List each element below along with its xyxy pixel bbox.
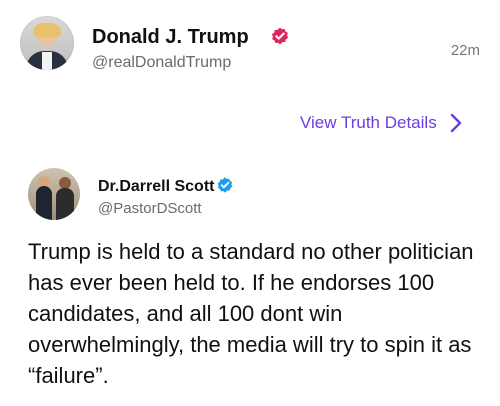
view-truth-details-label[interactable]: View Truth Details: [300, 113, 437, 133]
author-handle[interactable]: @realDonaldTrump: [92, 54, 231, 72]
view-truth-details-link[interactable]: View Truth Details: [300, 112, 463, 134]
verified-badge-icon: [271, 27, 289, 45]
quoted-post-text: Trump is held to a standard no other pol…: [28, 239, 474, 388]
post-timestamp: 22m: [450, 42, 480, 59]
verified-badge-icon: [217, 177, 233, 193]
chevron-right-icon[interactable]: [449, 112, 463, 134]
quoted-post-header: Dr.Darrell Scott @PastorDScott: [28, 168, 448, 222]
avatar-shirt: [42, 52, 52, 70]
quoted-author-name[interactable]: Dr.Darrell Scott: [98, 178, 214, 196]
quoted-author-avatar[interactable]: [28, 168, 80, 220]
avatar-person-body: [56, 188, 74, 220]
post-header: Donald J. Trump @realDonaldTrump 22m: [20, 16, 480, 76]
avatar-person-body: [36, 186, 52, 220]
quoted-author-handle[interactable]: @PastorDScott: [98, 200, 202, 217]
avatar-hair: [33, 23, 61, 37]
author-avatar[interactable]: [20, 16, 74, 70]
author-name[interactable]: Donald J. Trump: [92, 26, 249, 49]
